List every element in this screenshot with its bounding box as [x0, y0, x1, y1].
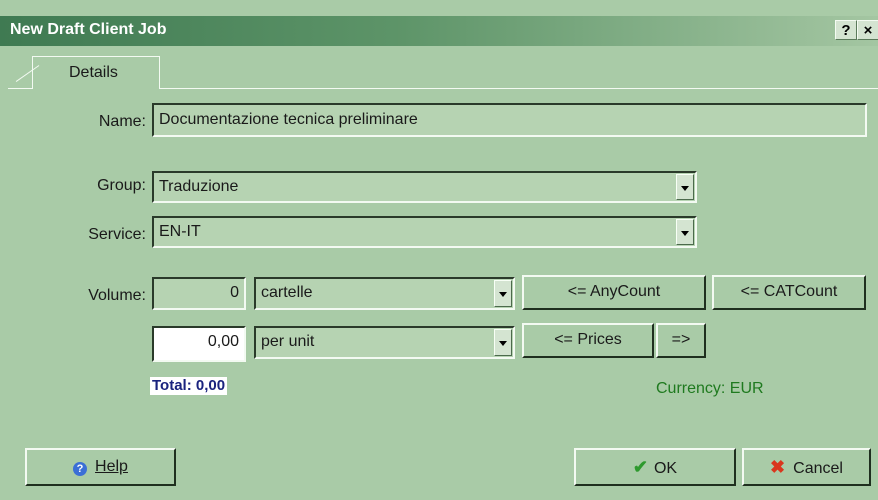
title-bar: New Draft Client Job ? × [0, 16, 878, 46]
volume-input[interactable]: 0 [152, 277, 246, 310]
ok-button[interactable]: ✔ OK [574, 448, 736, 486]
ok-button-label: OK [653, 460, 678, 477]
price-unit-value: per unit [261, 333, 315, 350]
volume-label: Volume: [88, 287, 146, 304]
total-value: Total: 0,00 [150, 377, 228, 395]
cancel-button-label: Cancel [793, 460, 843, 477]
chevron-down-icon[interactable] [676, 174, 694, 200]
catcount-button[interactable]: <= CATCount [712, 275, 866, 310]
service-select-value: EN-IT [159, 223, 201, 240]
price-input[interactable]: 0,00 [152, 326, 246, 362]
tab-details[interactable]: Details [32, 56, 160, 89]
prices-button[interactable]: <= Prices [522, 323, 654, 358]
close-title-button[interactable]: × [857, 20, 878, 40]
currency-label: Currency: EUR [656, 380, 764, 397]
group-label: Group: [97, 177, 146, 194]
help-button-label: Help [95, 458, 128, 475]
checkmark-icon: ✔ [632, 457, 648, 477]
price-unit-select[interactable]: per unit [254, 326, 515, 359]
help-title-button[interactable]: ? [835, 20, 857, 40]
volume-unit-value: cartelle [261, 284, 313, 301]
name-label: Name: [98, 113, 146, 130]
cancel-icon: ✖ [770, 457, 786, 477]
help-icon: ? [73, 462, 88, 476]
chevron-down-icon[interactable] [494, 329, 512, 356]
forward-prices-button[interactable]: => [656, 323, 706, 358]
dialog-window: New Draft Client Job ? × Details Name: D… [0, 0, 878, 500]
window-title: New Draft Client Job [10, 21, 167, 38]
volume-unit-select[interactable]: cartelle [254, 277, 515, 310]
anycount-button[interactable]: <= AnyCount [522, 275, 706, 310]
cancel-button[interactable]: ✖ Cancel [742, 448, 871, 486]
help-button[interactable]: ? Help [25, 448, 176, 486]
group-select-value: Traduzione [159, 178, 239, 195]
name-field[interactable]: Documentazione tecnica preliminare [152, 103, 867, 137]
chevron-down-icon[interactable] [494, 280, 512, 307]
group-select[interactable]: Traduzione [152, 171, 697, 203]
chevron-down-icon[interactable] [676, 219, 694, 245]
tab-details-label: Details [69, 64, 118, 81]
service-label: Service: [88, 226, 146, 243]
service-select[interactable]: EN-IT [152, 216, 697, 248]
